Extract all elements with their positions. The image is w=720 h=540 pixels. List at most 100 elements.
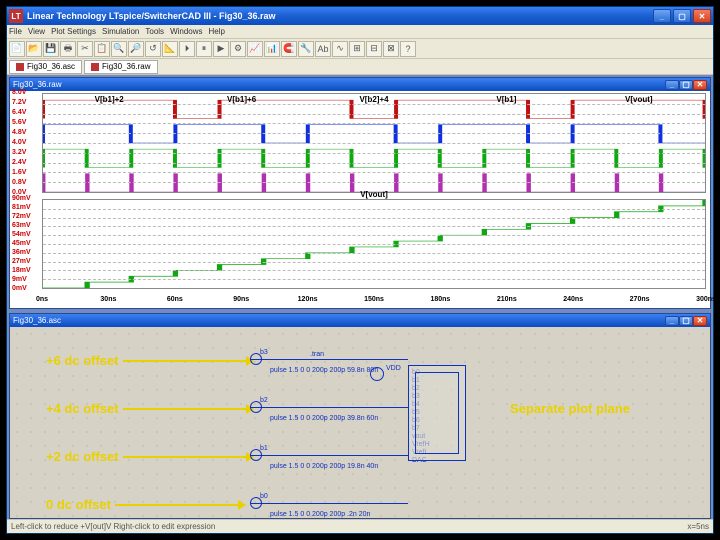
wave-close-icon[interactable]: ✕ <box>693 80 707 90</box>
ylabel: 18mV <box>12 267 31 274</box>
net-label[interactable]: b1 <box>260 445 268 452</box>
spice-directive[interactable]: pulse 1.5 0 0 200p 200p 19.8n 40n <box>270 463 378 470</box>
toolbar[interactable]: 📄📂💾🖶✂📋🔍🔎↺📐⏵⏸▶⚙📈📊🧲🔧Ab∿⊞⊟⊠? <box>7 39 713 59</box>
waveform-window: Fig30_36.raw _ ▢ ✕ 8.0V7.2V6.4V5.6V4.8V4… <box>9 77 711 309</box>
menu-view[interactable]: View <box>28 27 45 36</box>
annotation: 0 dc offset <box>46 497 245 512</box>
xlabel: 150ns <box>364 296 384 303</box>
ylabel: 72mV <box>12 213 31 220</box>
trace-header[interactable]: V[vout] <box>625 95 653 104</box>
toolbar-btn-15[interactable]: 📊 <box>264 41 280 57</box>
menu-file[interactable]: File <box>9 27 22 36</box>
annotation: +6 dc offset <box>46 353 253 368</box>
toolbar-btn-12[interactable]: ▶ <box>213 41 229 57</box>
close-button[interactable]: ✕ <box>693 9 711 23</box>
xlabel: 300ns <box>696 296 716 303</box>
schem-close-icon[interactable]: ✕ <box>693 316 707 326</box>
dac-chip[interactable] <box>408 365 466 461</box>
plot-pane-top[interactable]: V[b1]+2 V[b1]+6 V[b2]+4 V[b1] V[vout] <box>42 93 706 193</box>
ylabel: 4.0V <box>12 139 26 146</box>
tabbar[interactable]: Fig30_36.ascFig30_36.raw <box>7 59 713 75</box>
trace-header[interactable]: V[b1]+6 <box>227 95 256 104</box>
xlabel: 0ns <box>36 296 48 303</box>
annotation: +4 dc offset <box>46 401 253 416</box>
toolbar-btn-0[interactable]: 📄 <box>9 41 25 57</box>
toolbar-btn-3[interactable]: 🖶 <box>60 41 76 57</box>
arrow-icon <box>123 408 253 410</box>
menu-plot-settings[interactable]: Plot Settings <box>51 27 96 36</box>
ylabel: 90mV <box>12 195 31 202</box>
toolbar-btn-10[interactable]: ⏵ <box>179 41 195 57</box>
menu-simulation[interactable]: Simulation <box>102 27 139 36</box>
toolbar-btn-17[interactable]: 🔧 <box>298 41 314 57</box>
toolbar-btn-14[interactable]: 📈 <box>247 41 263 57</box>
menubar[interactable]: File View Plot Settings Simulation Tools Wind… <box>7 25 713 39</box>
toolbar-btn-1[interactable]: 📂 <box>26 41 42 57</box>
menu-windows[interactable]: Windows <box>170 27 202 36</box>
plot-pane-bottom[interactable]: V[vout] <box>42 199 706 289</box>
toolbar-btn-19[interactable]: ∿ <box>332 41 348 57</box>
toolbar-btn-16[interactable]: 🧲 <box>281 41 297 57</box>
spice-directive[interactable]: pulse 1.5 0 0 200p 200p .2n 20n <box>270 511 370 518</box>
toolbar-btn-2[interactable]: 💾 <box>43 41 59 57</box>
xlabel: 270ns <box>630 296 650 303</box>
toolbar-btn-6[interactable]: 🔍 <box>111 41 127 57</box>
annotation: +2 dc offset <box>46 449 253 464</box>
x-axis: 0ns30ns60ns90ns120ns150ns180ns210ns240ns… <box>42 296 706 308</box>
spice-directive[interactable]: pulse 1.5 0 0 200p 200p 59.8n 80n <box>270 367 378 374</box>
toolbar-btn-22[interactable]: ⊠ <box>383 41 399 57</box>
xlabel: 60ns <box>167 296 183 303</box>
vdd-source-icon[interactable] <box>370 367 384 381</box>
schematic-body[interactable]: +6 dc offset +4 dc offset +2 dc offset 0 dc… <box>10 327 710 518</box>
spice-directive[interactable]: pulse 1.5 0 0 200p 200p 39.8n 60n <box>270 415 378 422</box>
toolbar-btn-11[interactable]: ⏸ <box>196 41 212 57</box>
toolbar-btn-5[interactable]: 📋 <box>94 41 110 57</box>
net-label[interactable]: b2 <box>260 397 268 404</box>
toolbar-btn-18[interactable]: Ab <box>315 41 331 57</box>
toolbar-btn-23[interactable]: ? <box>400 41 416 57</box>
wave-max-icon[interactable]: ▢ <box>679 80 693 90</box>
titlebar[interactable]: LT Linear Technology LTspice/SwitcherCAD… <box>7 7 713 25</box>
window-title: Linear Technology LTspice/SwitcherCAD II… <box>27 11 276 21</box>
schematic-window: Fig30_36.asc _ ▢ ✕ +6 dc offset +4 dc off… <box>9 313 711 519</box>
schem-max-icon[interactable]: ▢ <box>679 316 693 326</box>
schematic-title[interactable]: Fig30_36.asc _ ▢ ✕ <box>10 314 710 327</box>
toolbar-btn-20[interactable]: ⊞ <box>349 41 365 57</box>
app-icon: LT <box>9 9 23 23</box>
menu-tools[interactable]: Tools <box>145 27 164 36</box>
toolbar-btn-13[interactable]: ⚙ <box>230 41 246 57</box>
tab-0[interactable]: Fig30_36.asc <box>9 60 82 74</box>
ylabel: 3.2V <box>12 149 26 156</box>
waveform-body[interactable]: 8.0V7.2V6.4V5.6V4.8V4.0V3.2V2.4V1.6V0.8V… <box>10 91 710 308</box>
maximize-button[interactable]: ▢ <box>673 9 691 23</box>
ylabel: 0.8V <box>12 179 26 186</box>
toolbar-btn-4[interactable]: ✂ <box>77 41 93 57</box>
net-label[interactable]: b0 <box>260 493 268 500</box>
tab-icon <box>91 63 99 71</box>
xlabel: 30ns <box>100 296 116 303</box>
ylabel: 0mV <box>12 285 27 292</box>
wave-min-icon[interactable]: _ <box>665 80 679 90</box>
toolbar-btn-21[interactable]: ⊟ <box>366 41 382 57</box>
arrow-icon <box>123 360 253 362</box>
xlabel: 180ns <box>430 296 450 303</box>
toolbar-btn-9[interactable]: 📐 <box>162 41 178 57</box>
ylabel: 7.2V <box>12 99 26 106</box>
tab-1[interactable]: Fig30_36.raw <box>84 60 157 74</box>
trace-header[interactable]: V[b1]+2 <box>95 95 124 104</box>
ylabel: 27mV <box>12 258 31 265</box>
content-area: Fig30_36.raw _ ▢ ✕ 8.0V7.2V6.4V5.6V4.8V4… <box>7 75 713 533</box>
waveform-title[interactable]: Fig30_36.raw _ ▢ ✕ <box>10 78 710 91</box>
schem-min-icon[interactable]: _ <box>665 316 679 326</box>
toolbar-btn-7[interactable]: 🔎 <box>128 41 144 57</box>
menu-help[interactable]: Help <box>209 27 225 36</box>
trace-header[interactable]: V[b2]+4 <box>359 95 388 104</box>
xlabel: 90ns <box>233 296 249 303</box>
ylabel: 2.4V <box>12 159 26 166</box>
toolbar-btn-8[interactable]: ↺ <box>145 41 161 57</box>
spice-tran[interactable]: .tran <box>310 351 324 358</box>
trace-header[interactable]: V[b1] <box>496 95 516 104</box>
ylabel: 54mV <box>12 231 31 238</box>
net-label[interactable]: b3 <box>260 349 268 356</box>
minimize-button[interactable]: _ <box>653 9 671 23</box>
